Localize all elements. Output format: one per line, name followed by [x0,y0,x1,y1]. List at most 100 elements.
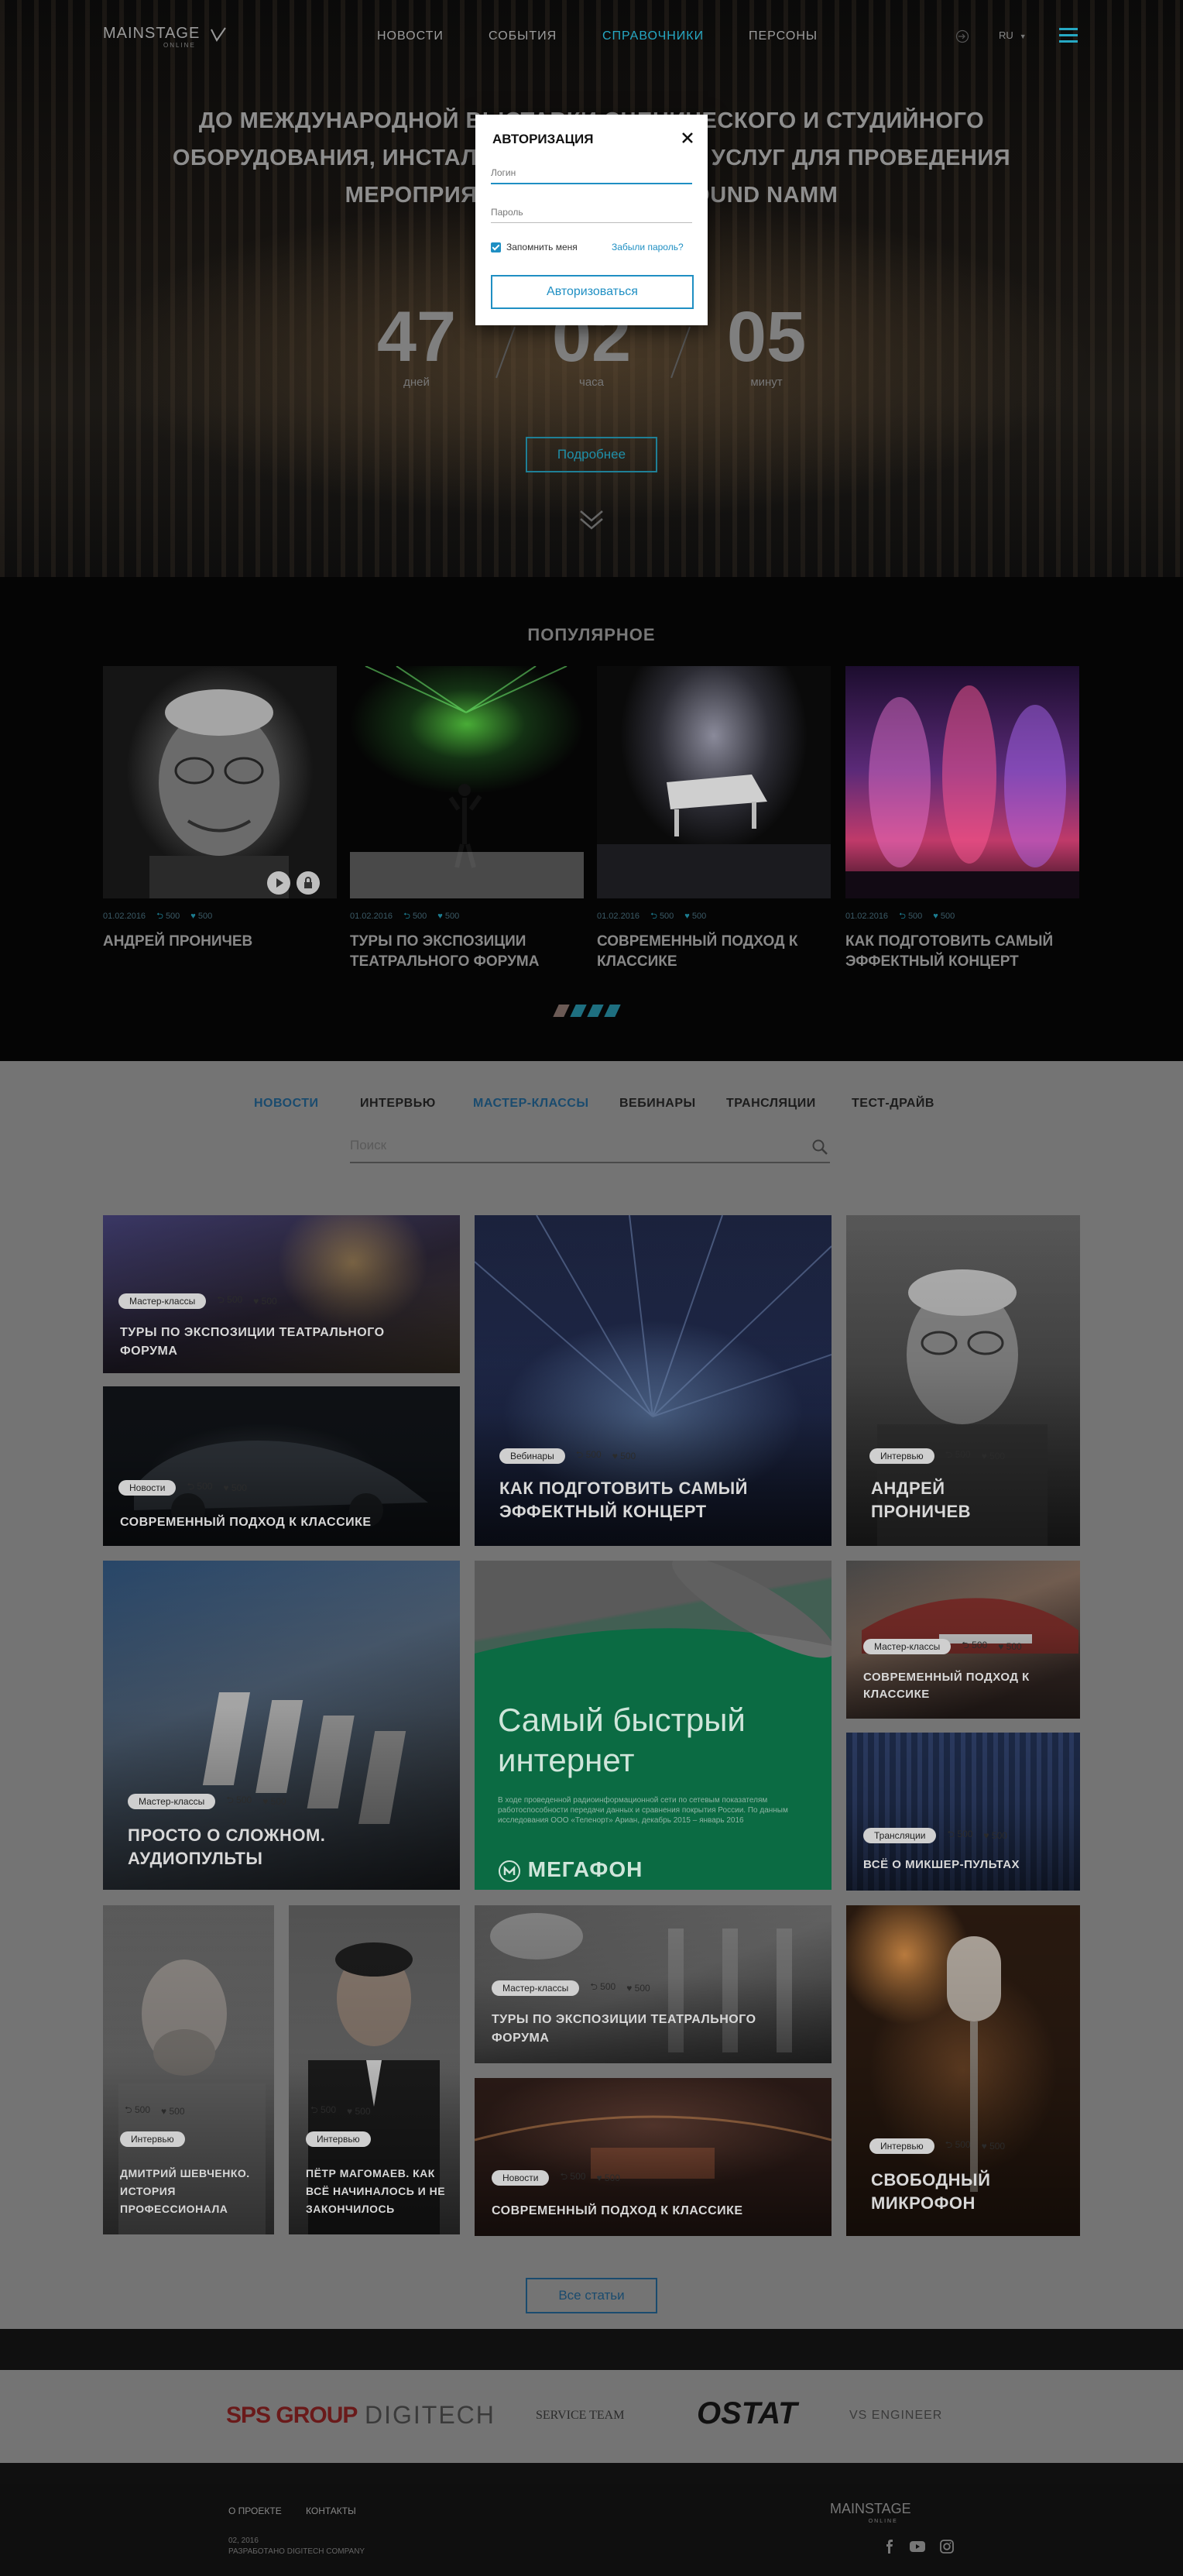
tile-title[interactable]: СОВРЕМЕННЫЙ ПОДХОД К КЛАССИКЕ [120,1513,445,1532]
login-input[interactable] [491,163,692,184]
countdown-label: часа [579,376,604,389]
site-logo[interactable]: MAINSTAGE ONLINE [103,25,235,51]
article-tile[interactable]: ⮌ 500 ♥ 500 Интервью ПЁТР МАГОМАЕВ. КАК … [289,1905,460,2234]
popular-card[interactable]: 01.02.2016 ⮌ 500 ♥ 500 ТУРЫ ПО ЭКСПОЗИЦИ… [350,666,584,972]
footer-link-about[interactable]: О ПРОЕКТЕ [228,2506,282,2516]
tile-title[interactable]: ВСЁ О МИКШЕР-ПУЛЬТАХ [863,1856,1072,1874]
card-title[interactable]: АНДРЕЙ ПРОНИЧЕВ [103,932,337,952]
tile-title[interactable]: КАК ПОДГОТОВИТЬ САМЫЙ ЭФФЕКТНЫЙ КОНЦЕРТ [499,1477,809,1523]
repost-count: 500 [236,1795,252,1805]
carousel-dot[interactable] [553,1005,570,1017]
tile-title[interactable]: ПЁТР МАГОМАЕВ. КАК ВСЁ НАЧИНАЛОСЬ И НЕ З… [306,2165,453,2218]
tile-title[interactable]: ТУРЫ ПО ЭКСПОЗИЦИИ ТЕАТРАЛЬНОГО ФОРУМА [120,1324,430,1361]
popular-card[interactable]: 01.02.2016 ⮌ 500 ♥ 500 СОВРЕМЕННЫЙ ПОДХО… [597,666,831,972]
advertisement-banner[interactable]: Самый быстрый интернет В ходе проведенно… [475,1561,832,1890]
article-tile[interactable]: Новости ⮌ 500 ♥ 500 СОВРЕМЕННЫЙ ПОДХОД К… [475,2078,832,2236]
article-tile[interactable]: ⮌ 500 ♥ 500 Интервью ДМИТРИЙ ШЕВЧЕНКО. И… [103,1905,274,2234]
article-tile[interactable]: Интервью ⮌ 500 ♥ 500 СВОБОДНЫЙ МИКРОФОН [846,1905,1080,2236]
tile-title[interactable]: ДМИТРИЙ ШЕВЧЕНКО. ИСТОРИЯ ПРОФЕССИОНАЛА [120,2165,267,2218]
partner-logo-vsengineer[interactable]: VS ENGINEER [849,2409,942,2423]
tile-title[interactable]: ТУРЫ ПО ЭКСПОЗИЦИИ ТЕАТРАЛЬНОГО ФОРУМА [492,2011,817,2048]
play-icon[interactable] [267,871,290,895]
password-input[interactable] [491,201,692,223]
category-tag[interactable]: Новости [118,1479,177,1496]
category-tag[interactable]: Мастер-классы [492,1980,580,1996]
footer-link-contacts[interactable]: КОНТАКТЫ [306,2506,356,2516]
article-tile[interactable]: Трансляции ⮌ 500 ♥ 500 ВСЁ О МИКШЕР-ПУЛЬ… [846,1733,1080,1891]
youtube-icon[interactable] [910,2541,925,2552]
carousel-dot[interactable] [570,1005,587,1017]
tab-master-classes[interactable]: МАСТЕР-КЛАССЫ [473,1097,589,1111]
more-button[interactable]: Подробнее [526,437,657,472]
repost-icon: ⮌ [560,2171,568,2182]
article-tile[interactable]: Новости ⮌ 500 ♥ 500 СОВРЕМЕННЫЙ ПОДХОД К… [103,1386,460,1546]
category-tag[interactable]: Интервью [869,2138,934,2154]
article-tile[interactable]: Мастер-классы ⮌ 500 ♥ 500 СОВРЕМЕННЫЙ ПО… [846,1561,1080,1719]
card-title[interactable]: ТУРЫ ПО ЭКСПОЗИЦИИ ТЕАТРАЛЬНОГО ФОРУМА [350,932,584,972]
tile-title[interactable]: СВОБОДНЫЙ МИКРОФОН [871,2169,1026,2215]
carousel-dot[interactable] [604,1005,621,1017]
article-tile[interactable]: Мастер-классы ⮌ 500 ♥ 500 ТУРЫ ПО ЭКСПОЗ… [475,1905,832,2063]
article-tile[interactable]: Мастер-классы ⮌ 500 ♥ 500 ТУРЫ ПО ЭКСПОЗ… [103,1215,460,1373]
menu-icon[interactable] [1059,28,1078,43]
tab-test-drive[interactable]: ТЕСТ-ДРАЙВ [852,1097,934,1111]
partner-logo-ostat[interactable]: OSTAT [697,2396,797,2431]
nav-events[interactable]: СОБЫТИЯ [489,29,557,43]
search-icon[interactable] [811,1139,828,1156]
card-title[interactable]: СОВРЕМЕННЫЙ ПОДХОД К КЛАССИКЕ [597,932,831,972]
tab-webinars[interactable]: ВЕБИНАРЫ [619,1097,696,1111]
tab-broadcasts[interactable]: ТРАНСЛЯЦИИ [726,1097,816,1111]
category-tag[interactable]: Вебинары [499,1448,565,1464]
footer-logo[interactable]: MAINSTAGE ONLINE [830,2501,911,2524]
repost-icon: ⮌ [575,1449,584,1460]
login-icon[interactable] [955,29,969,43]
login-modal: АВТОРИЗАЦИЯ Запомнить меня Забыли пароль… [475,115,708,325]
article-tile[interactable]: Мастер-классы ⮌ 500 ♥ 500 ПРОСТО О СЛОЖН… [103,1561,460,1890]
repost-count: 500 [320,2104,336,2115]
all-articles-button[interactable]: Все статьи [526,2278,657,2313]
nav-directories[interactable]: СПРАВОЧНИКИ [602,29,704,43]
article-tile[interactable]: Интервью ⮌ 500 ♥ 500 АНДРЕЙ ПРОНИЧЕВ [846,1215,1080,1546]
submit-button[interactable]: Авторизоваться [491,275,694,309]
popular-card[interactable]: 01.02.2016 ⮌ 500 ♥ 500 АНДРЕЙ ПРОНИЧЕВ [103,666,337,952]
facebook-icon[interactable] [884,2540,895,2554]
carousel-dot[interactable] [587,1005,604,1017]
repost-icon: ⮌ [590,1981,598,1992]
category-tag[interactable]: Трансляции [863,1827,937,1843]
category-tag[interactable]: Мастер-классы [118,1293,207,1309]
language-selector[interactable]: RU ▼ [999,29,1027,41]
repost-icon: ⮌ [945,2139,953,2150]
tile-title[interactable]: СОВРЕМЕННЫЙ ПОДХОД К КЛАССИКЕ [492,2202,817,2221]
popular-card[interactable]: 01.02.2016 ⮌ 500 ♥ 500 КАК ПОДГОТОВИТЬ С… [845,666,1079,972]
remember-checkbox[interactable] [491,242,501,252]
category-tag[interactable]: Интервью [869,1448,934,1464]
heart-icon: ♥ [347,2105,353,2117]
scroll-down-icon[interactable] [576,503,607,534]
forgot-password-link[interactable]: Забыли пароль? [612,242,684,252]
close-icon[interactable] [680,130,695,146]
instagram-icon[interactable] [940,2540,954,2554]
category-tag[interactable]: Интервью [306,2131,371,2147]
heart-icon: ♥ [933,912,938,921]
partner-logo-sps[interactable]: SPS GROUP [226,2403,358,2429]
partner-logo-digitech[interactable]: DIGITECH [365,2401,495,2430]
tile-title[interactable]: АНДРЕЙ ПРОНИЧЕВ [871,1477,1026,1523]
card-title[interactable]: КАК ПОДГОТОВИТЬ САМЫЙ ЭФФЕКТНЫЙ КОНЦЕРТ [845,932,1079,972]
category-tag[interactable]: Интервью [120,2131,185,2147]
category-tag[interactable]: Новости [492,2169,550,2186]
remember-me[interactable]: Запомнить меня [491,242,578,252]
article-tile[interactable]: Вебинары ⮌ 500 ♥ 500 КАК ПОДГОТОВИТЬ САМ… [475,1215,832,1546]
repost-icon: ⮌ [310,2104,318,2115]
tab-interview[interactable]: ИНТЕРВЬЮ [360,1097,436,1111]
category-tag[interactable]: Мастер-классы [128,1793,216,1809]
partner-logo-serviceteam[interactable]: SERVICE TEAM [536,2409,624,2423]
card-date: 01.02.2016 [597,912,640,921]
tile-title[interactable]: СОВРЕМЕННЫЙ ПОДХОД К КЛАССИКЕ [863,1669,1072,1703]
category-tag[interactable]: Мастер-классы [863,1638,952,1654]
tile-title[interactable]: ПРОСТО О СЛОЖНОМ. АУДИОПУЛЬТЫ [128,1824,360,1870]
tab-news[interactable]: НОВОСТИ [254,1097,319,1111]
search-input[interactable] [350,1131,784,1160]
tile-meta: Мастер-классы ⮌ 500 ♥ 500 [863,1638,1022,1654]
nav-news[interactable]: НОВОСТИ [377,29,444,43]
nav-persons[interactable]: ПЕРСОНЫ [749,29,818,43]
